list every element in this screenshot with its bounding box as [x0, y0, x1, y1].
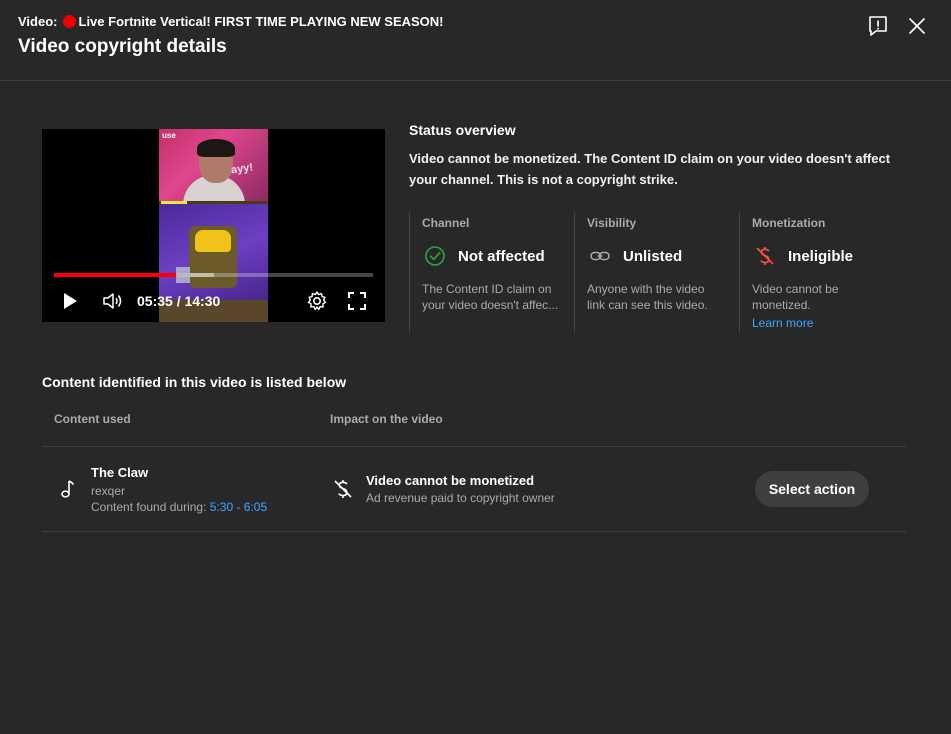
card-description: Video cannot be monetized. [752, 281, 894, 313]
learn-more-link[interactable]: Learn more [752, 316, 813, 330]
volume-button[interactable] [101, 290, 125, 312]
live-indicator-icon [62, 15, 76, 28]
no-monetization-icon [334, 480, 352, 498]
card-value: Unlisted [623, 248, 683, 265]
impact-title: Video cannot be monetized [366, 473, 535, 488]
card-label: Visibility [587, 216, 637, 230]
gear-icon [307, 291, 327, 311]
status-cards: Channel Not affected The Content ID clai… [409, 212, 904, 333]
settings-button[interactable] [306, 290, 328, 312]
dialog-header: Video: Live Fortnite Vertical! FIRST TIM… [0, 0, 951, 81]
card-desc-line: The Content ID claim on [422, 282, 552, 296]
scrubber-handle[interactable] [175, 267, 190, 283]
visibility-card: Visibility Unlisted Anyone with the vide… [574, 212, 739, 333]
video-title-line: Video: Live Fortnite Vertical! FIRST TIM… [18, 14, 444, 29]
no-monetization-icon [756, 247, 774, 265]
progress-played [54, 273, 177, 277]
status-overview-title: Status overview [409, 122, 516, 138]
volume-icon [103, 293, 122, 309]
thumbnail-text: use [162, 131, 176, 140]
streamer-hair [197, 139, 235, 157]
content-title: The Claw [91, 465, 149, 480]
dialog-title: Video copyright details [18, 36, 227, 57]
webcam-frame: ayy! use [159, 129, 268, 205]
content-section-title: Content identified in this video is list… [42, 374, 347, 390]
card-value: Ineligible [788, 248, 854, 265]
video-title: Live Fortnite Vertical! FIRST TIME PLAYI… [78, 14, 444, 29]
fullscreen-button[interactable] [346, 290, 368, 312]
feedback-button[interactable] [865, 13, 891, 39]
column-header-impact: Impact on the video [330, 412, 443, 426]
card-label: Channel [422, 216, 470, 230]
close-icon [909, 18, 925, 34]
status-description: Video cannot be monetized. The Content I… [409, 151, 891, 187]
content-artist: rexqer [91, 484, 126, 498]
select-action-button[interactable]: Select action [755, 471, 869, 507]
play-button[interactable] [60, 290, 80, 312]
found-label: Content found during: [91, 500, 207, 514]
card-description: The Content ID claim on your video doesn… [422, 281, 564, 313]
thumbnail-word: ayy! [230, 161, 254, 177]
card-desc-line: Anyone with the video [587, 282, 705, 296]
monetization-card: Monetization Ineligible Video cannot be … [739, 212, 904, 333]
card-desc-line: your video doesn't affec... [422, 298, 559, 312]
divider [42, 446, 906, 447]
game-character-mask [195, 230, 231, 252]
music-note-icon [61, 480, 75, 498]
video-player[interactable]: ayy! use 05:35 / 14:30 [42, 129, 385, 322]
content-found-during: Content found during: 5:30 - 6:05 [91, 500, 267, 514]
video-prefix: Video: [18, 14, 58, 29]
divider [42, 531, 906, 532]
card-desc-line: link can see this video. [587, 298, 708, 312]
channel-card: Channel Not affected The Content ID clai… [409, 212, 574, 333]
time-display: 05:35 / 14:30 [137, 293, 221, 309]
feedback-icon [869, 16, 887, 36]
card-desc-line: monetized. [752, 298, 811, 312]
close-button[interactable] [904, 13, 930, 39]
play-icon [64, 293, 77, 309]
found-range-link[interactable]: 5:30 - 6:05 [210, 500, 267, 514]
impact-description: Ad revenue paid to copyright owner [366, 491, 555, 505]
card-desc-line: Video cannot be [752, 282, 839, 296]
card-value: Not affected [458, 248, 545, 265]
check-circle-icon [425, 246, 445, 266]
card-description: Anyone with the video link can see this … [587, 281, 729, 313]
fullscreen-icon [348, 292, 366, 310]
column-header-content-used: Content used [54, 412, 131, 426]
link-icon [590, 251, 610, 261]
card-label: Monetization [752, 216, 826, 230]
